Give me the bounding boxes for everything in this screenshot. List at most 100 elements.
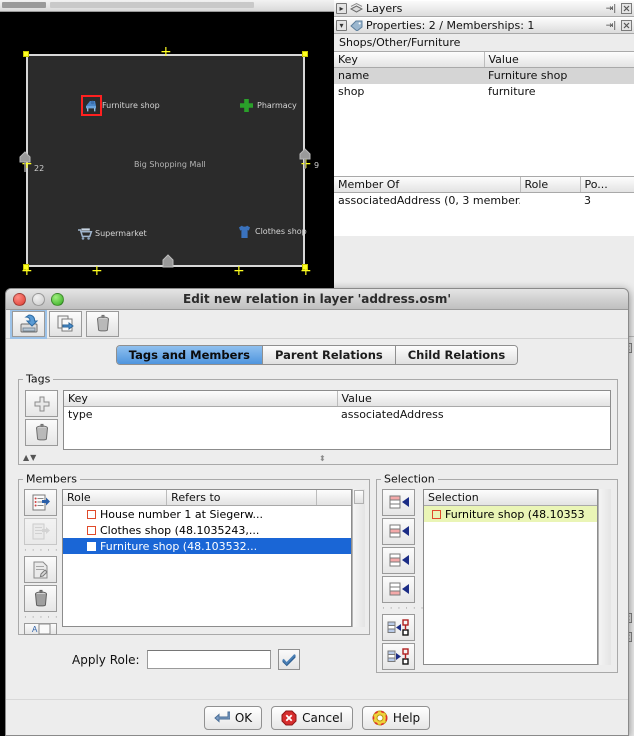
preset-title: Shops/Other/Furniture [334, 34, 634, 51]
midpoint-marker[interactable]: + [160, 48, 171, 59]
close-icon[interactable] [620, 3, 632, 15]
ok-button-label: OK [235, 711, 252, 725]
layers-panel-header[interactable]: ▸ Layers ⇥| [334, 0, 634, 17]
members-scrollbar[interactable] [352, 489, 365, 627]
tags-sort-controls[interactable]: ▲▼ [23, 453, 37, 462]
list-item[interactable]: House number 1 at Siegerw... [63, 506, 351, 522]
tab-child-relations[interactable]: Child Relations [396, 346, 517, 364]
table-row[interactable]: type associatedAddress [64, 407, 610, 423]
add-selection-to-bottom-button[interactable] [382, 576, 415, 603]
midpoint-marker[interactable]: + [300, 267, 311, 278]
sort-members-button[interactable]: A [24, 623, 57, 635]
poi-furniture-shop[interactable]: Furniture shop [83, 97, 160, 114]
list-item[interactable]: Furniture shop (48.103532... [63, 538, 351, 554]
list-item[interactable]: Furniture shop (48.10353 [424, 506, 597, 522]
close-icon[interactable] [620, 20, 632, 32]
tags-legend: Tags [23, 373, 53, 386]
memberships-table-container[interactable]: Member Of Role Po... associatedAddress (… [334, 176, 634, 236]
column-header-refers-to[interactable]: Refers to [167, 490, 317, 506]
apply-role-confirm-button[interactable] [278, 649, 300, 670]
toolbar-chunk[interactable] [2, 2, 46, 8]
collapse-down-icon[interactable]: ▾ [336, 20, 347, 31]
poi-label: Supermarket [95, 229, 147, 238]
expand-right-icon[interactable]: ▸ [336, 3, 347, 14]
sync-to-relation-icon [387, 618, 411, 638]
add-tag-button[interactable] [25, 390, 58, 417]
add-selection-to-top-button[interactable] [382, 489, 415, 516]
toolbar-chunk[interactable] [50, 2, 254, 8]
list-arrow-right-disabled-icon [31, 522, 51, 542]
entrance-marker[interactable] [160, 252, 176, 275]
table-row[interactable]: name Furniture shop [334, 68, 634, 84]
address-marker-22[interactable]: 22 [18, 149, 44, 173]
column-header-key[interactable]: Key [334, 52, 484, 68]
relation-editor-dialog[interactable]: Edit new relation in layer 'address.osm' [5, 288, 629, 736]
apply-role-input[interactable] [147, 650, 271, 669]
add-selection-before-button[interactable] [382, 518, 415, 545]
midpoint-marker[interactable]: + [233, 267, 244, 278]
column-header-role[interactable]: Role [63, 490, 167, 506]
selection-list-container[interactable]: Selection Furniture shop (48.10353 [423, 489, 611, 665]
cancel-button[interactable]: Cancel [271, 706, 353, 730]
select-in-map-button[interactable] [382, 643, 415, 670]
ok-button[interactable]: OK [204, 706, 262, 730]
node-hollow-icon [87, 510, 96, 519]
select-relation-members-button[interactable] [382, 614, 415, 641]
table-row[interactable]: associatedAddress (0, 3 member... 3 [334, 193, 634, 209]
table-row[interactable]: shop furniture [334, 84, 634, 100]
edit-member-button[interactable] [24, 556, 57, 583]
column-header-key[interactable]: Key [64, 391, 337, 407]
column-header-member-of[interactable]: Member Of [334, 177, 520, 193]
selection-section: Selection [376, 479, 618, 673]
side-panels: ▸ Layers ⇥| ▾ Properties: 2 / [334, 0, 634, 290]
move-up-members-button[interactable] [24, 489, 57, 516]
pin-icon[interactable]: ⇥| [605, 20, 617, 32]
sort-down-icon[interactable]: ▼ [30, 453, 37, 462]
column-header-extra[interactable] [316, 490, 351, 506]
poi-pharmacy[interactable]: Pharmacy [238, 97, 297, 114]
pin-icon[interactable]: ⇥| [605, 3, 617, 15]
column-header-role[interactable]: Role [520, 177, 580, 193]
add-top-icon [388, 493, 410, 513]
tags-table-container[interactable]: Key Value type associatedAddress [63, 390, 611, 450]
josm-main-toolbar[interactable] [0, 0, 334, 12]
help-button[interactable]: Help [362, 706, 430, 730]
poi-clothes-shop[interactable]: Clothes shop [236, 223, 307, 240]
midpoint-marker[interactable]: + [91, 267, 102, 278]
column-header-position[interactable]: Po... [580, 177, 634, 193]
way-node[interactable] [302, 51, 308, 57]
tab-parent-relations[interactable]: Parent Relations [263, 346, 396, 364]
selection-table[interactable]: Selection Furniture shop (48.10353 [423, 489, 598, 665]
move-down-members-button[interactable] [24, 518, 57, 545]
poi-supermarket[interactable]: Supermarket [76, 225, 147, 242]
list-item[interactable]: Clothes shop (48.1035243,... [63, 522, 351, 538]
node-hollow-icon [432, 510, 441, 519]
delete-tag-button[interactable] [25, 419, 58, 446]
remove-member-button[interactable] [24, 585, 57, 612]
add-selection-after-button[interactable] [382, 547, 415, 574]
way-node[interactable] [23, 51, 29, 57]
column-header-selection[interactable]: Selection [424, 490, 597, 506]
map-view[interactable]: + + + + + + + Furniture shop [0, 12, 334, 290]
dialog-toolbar [6, 310, 628, 339]
tag-key: type [64, 407, 337, 423]
properties-panel-header[interactable]: ▾ Properties: 2 / Memberships: 1 ⇥| [334, 17, 634, 34]
tab-tags-and-members[interactable]: Tags and Members [117, 346, 263, 364]
midpoint-marker[interactable]: + [21, 267, 32, 278]
dialog-titlebar[interactable]: Edit new relation in layer 'address.osm' [6, 289, 628, 310]
properties-table-container[interactable]: Key Value name Furniture shop shop furni… [334, 51, 634, 176]
svg-text:A: A [32, 625, 38, 634]
delete-relation-button[interactable] [86, 311, 119, 337]
split-pane-divider[interactable]: ⬍ [319, 454, 326, 463]
members-table[interactable]: Role Refers to House number 1 at Siegerw… [62, 489, 352, 627]
column-header-value[interactable]: Value [484, 52, 634, 68]
duplicate-relation-button[interactable] [49, 311, 82, 337]
address-marker-9[interactable]: 9 [298, 146, 319, 170]
help-button-label: Help [393, 711, 420, 725]
apply-role-group: Apply Role: [72, 649, 300, 670]
apply-relation-button[interactable] [12, 311, 45, 337]
selection-scrollbar[interactable] [598, 489, 611, 665]
members-list-container[interactable]: Role Refers to House number 1 at Siegerw… [62, 489, 365, 627]
tags-table: Key Value type associatedAddress [64, 391, 610, 423]
column-header-value[interactable]: Value [337, 391, 610, 407]
